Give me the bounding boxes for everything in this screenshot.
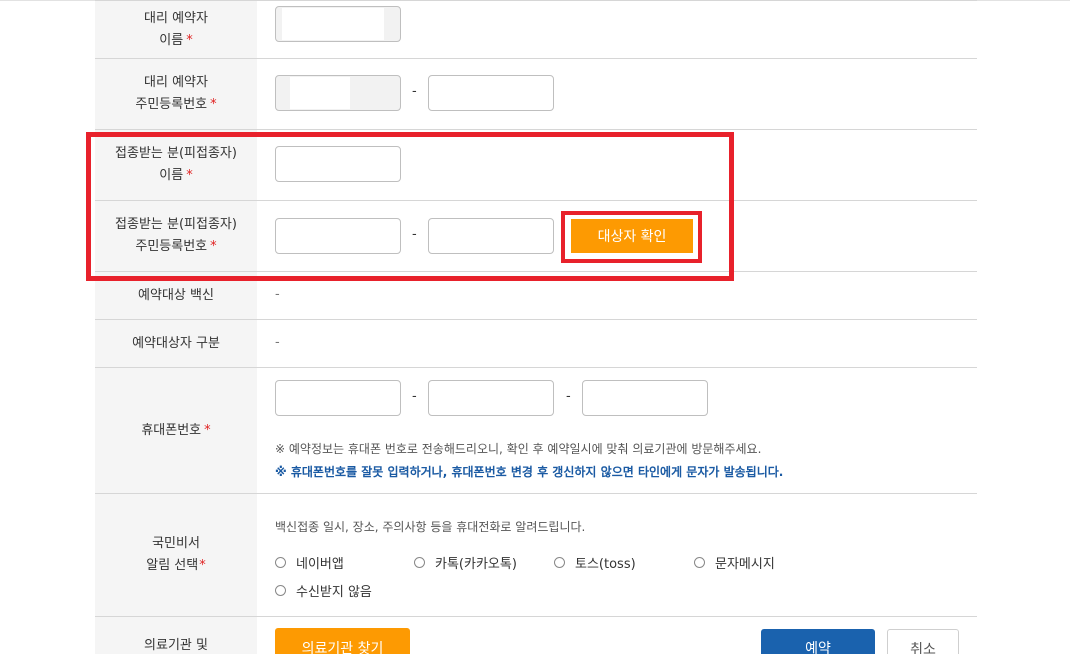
proxy-rrn-back-input[interactable] — [428, 75, 554, 111]
phone-part2-input[interactable] — [428, 380, 554, 416]
phone-separator-1: - — [412, 389, 417, 404]
phone-part1-input[interactable] — [275, 380, 401, 416]
phone-label: 휴대폰번호 * — [95, 368, 257, 493]
radio-icon[interactable] — [694, 557, 705, 568]
proxy-name-input[interactable] — [275, 6, 401, 42]
notify-row: 국민비서 알림 선택* 백신접종 일시, 장소, 주의사항 등을 휴대전화로 알… — [95, 494, 977, 617]
proxy-rrn-label-line1: 대리 예약자 — [144, 75, 208, 90]
phone-label-text: 휴대폰번호 — [141, 422, 202, 438]
notify-label: 국민비서 알림 선택* — [95, 494, 257, 616]
vaccine-value: - — [275, 287, 280, 302]
notify-option-toss[interactable]: 토스(toss) — [554, 553, 636, 572]
radio-icon[interactable] — [275, 585, 286, 596]
category-value: - — [275, 335, 280, 350]
proxy-name-row: 대리 예약자 이름 * — [95, 0, 977, 59]
facility-label: 의료기관 및 — [95, 617, 257, 654]
radio-icon[interactable] — [554, 557, 565, 568]
proxy-rrn-row: 대리 예약자 주민등록번호 * - — [95, 59, 977, 130]
reservation-form: 대리 예약자 이름 * 대리 예약자 주민등록번호 * - 접종받는 분(피접종… — [95, 0, 977, 654]
find-facility-button[interactable]: 의료기관 찾기 — [275, 628, 410, 654]
notify-description: 백신접종 일시, 장소, 주의사항 등을 휴대전화로 알려드립니다. — [275, 520, 586, 534]
proxy-name-label: 대리 예약자 이름 * — [95, 1, 257, 58]
phone-row: 휴대폰번호 * - - ※ 예약정보는 휴대폰 번호로 전송해드리오니, 확인 후… — [95, 368, 977, 494]
phone-info-note: ※ 예약정보는 휴대폰 번호로 전송해드리오니, 확인 후 예약일시에 맞춰 의… — [275, 442, 762, 456]
notify-option-sms[interactable]: 문자메시지 — [694, 553, 775, 572]
category-label: 예약대상자 구분 — [95, 320, 257, 367]
notify-option-naver[interactable]: 네이버앱 — [275, 553, 344, 572]
reserve-button[interactable]: 예약 — [761, 629, 875, 654]
notify-label-line2: 알림 선택 — [146, 558, 199, 573]
phone-warning-note: ※ 휴대폰번호를 잘못 입력하거나, 휴대폰번호 변경 후 갱신하지 않으면 타… — [275, 465, 784, 479]
radio-icon[interactable] — [414, 557, 425, 568]
highlight-box-verify-button — [561, 211, 702, 263]
proxy-name-label-line1: 대리 예약자 — [144, 10, 208, 26]
phone-part3-input[interactable] — [582, 380, 708, 416]
facility-label-line1: 의료기관 및 — [144, 638, 208, 653]
required-mark: * — [199, 558, 206, 573]
radio-icon[interactable] — [275, 557, 286, 568]
phone-separator-2: - — [566, 389, 571, 404]
proxy-rrn-label-line2: 주민등록번호 — [135, 97, 208, 112]
proxy-rrn-label: 대리 예약자 주민등록번호 * — [95, 59, 257, 129]
proxy-rrn-separator: - — [412, 84, 417, 99]
notify-option-kakaotalk[interactable]: 카톡(카카오톡) — [414, 553, 517, 572]
proxy-name-label-line2: 이름 — [159, 32, 184, 48]
notify-option-none[interactable]: 수신받지 않음 — [275, 581, 372, 600]
required-mark: * — [210, 97, 217, 112]
required-mark: * — [186, 32, 193, 48]
category-row: 예약대상자 구분 - — [95, 320, 977, 368]
proxy-rrn-front-input[interactable] — [275, 75, 401, 111]
required-mark: * — [204, 422, 211, 438]
cancel-button[interactable]: 취소 — [887, 629, 959, 654]
notify-label-line1: 국민비서 — [152, 536, 200, 551]
